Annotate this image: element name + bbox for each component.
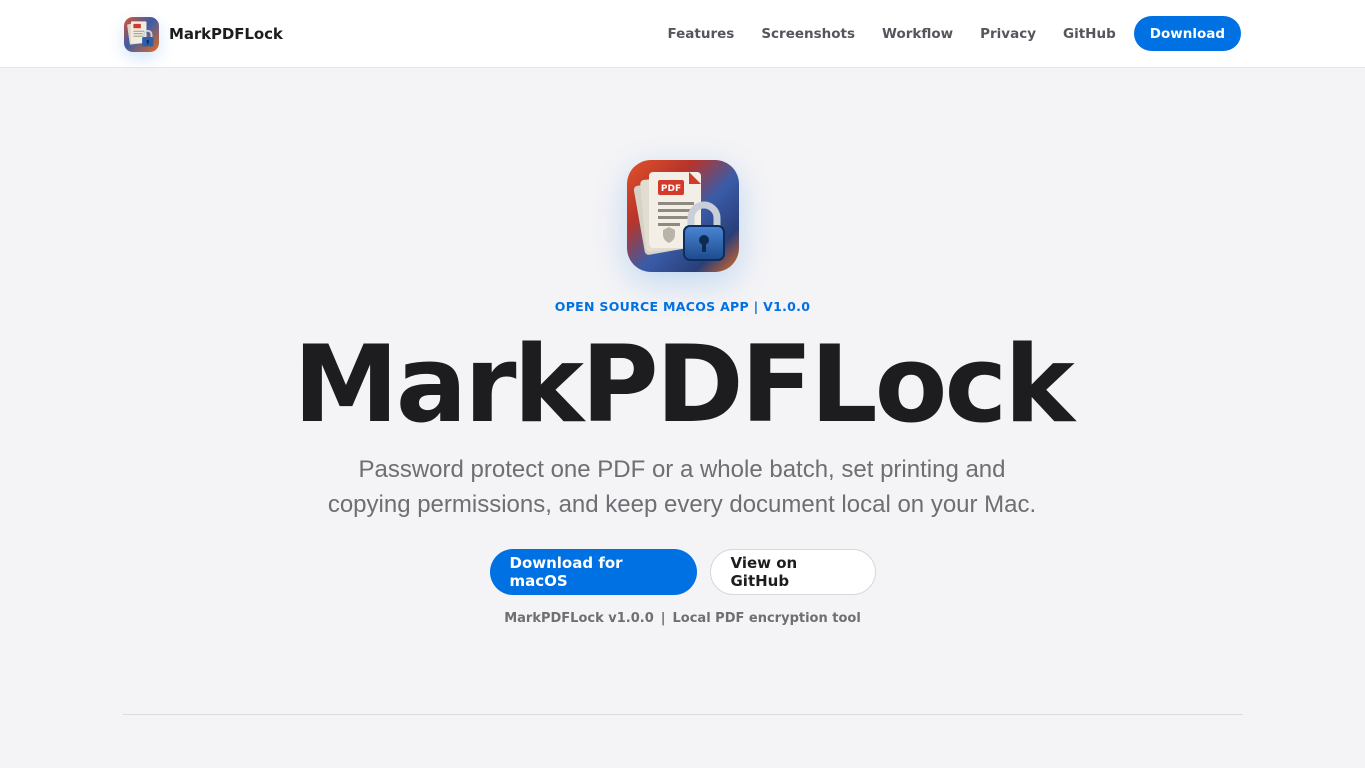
nav-link-features[interactable]: Features (667, 26, 734, 42)
hero-actions: Download for macOS View on GitHub (0, 549, 1365, 595)
main-nav: Features Screenshots Workflow Privacy Gi… (667, 16, 1241, 51)
pdf-badge-text: PDF (661, 184, 681, 194)
nav-link-workflow[interactable]: Workflow (882, 26, 953, 42)
hero-subtitle: Password protect one PDF or a whole batc… (282, 452, 1082, 522)
meta-separator: | (660, 611, 666, 626)
hero-subtitle-line-2: copying permissions, and keep every docu… (327, 491, 1037, 518)
meta-version: MarkPDFLock v1.0.0 (504, 611, 654, 626)
hero-subtitle-line-1: Password protect one PDF or a whole batc… (358, 456, 1006, 483)
hero-eyebrow: OPEN SOURCE MACOS APP | V1.0.0 (554, 299, 811, 314)
nav-link-screenshots[interactable]: Screenshots (761, 26, 855, 42)
app-icon: PDF (627, 160, 739, 272)
view-github-button[interactable]: View on GitHub (709, 549, 876, 595)
meta-description: Local PDF encryption tool (672, 611, 861, 626)
brand-name: MarkPDFLock (169, 25, 283, 43)
hero-title: MarkPDFLock (293, 323, 1075, 446)
section-divider (123, 714, 1243, 715)
app-logo-icon (124, 16, 159, 52)
nav-download-button[interactable]: Download (1133, 16, 1241, 51)
site-header: MarkPDFLock Features Screenshots Workflo… (0, 0, 1365, 68)
download-macos-button[interactable]: Download for macOS (489, 549, 697, 595)
brand-link[interactable]: MarkPDFLock (124, 16, 283, 52)
version-meta: MarkPDFLock v1.0.0 | Local PDF encryption … (0, 611, 1365, 626)
nav-link-privacy[interactable]: Privacy (980, 26, 1036, 42)
nav-link-github[interactable]: GitHub (1063, 26, 1116, 42)
